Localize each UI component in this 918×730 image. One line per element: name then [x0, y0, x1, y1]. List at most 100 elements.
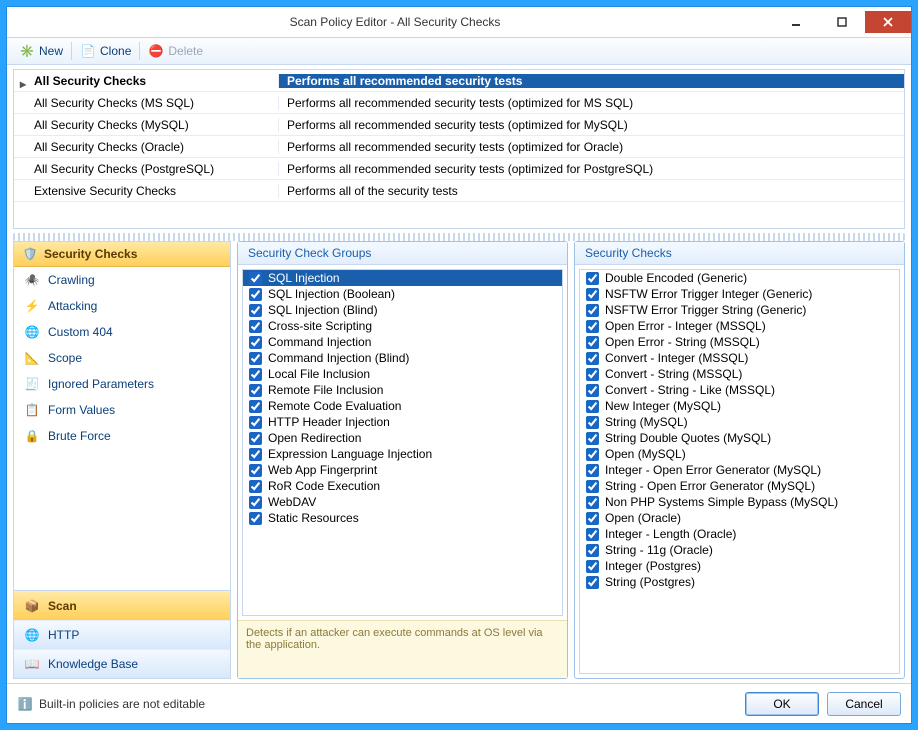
policy-row[interactable]: All Security Checks (PostgreSQL)Performs…	[14, 158, 904, 180]
check-checkbox[interactable]	[586, 416, 599, 429]
check-checkbox[interactable]	[586, 528, 599, 541]
sidebar-item[interactable]: 🕷️Crawling	[14, 267, 230, 293]
group-checkbox[interactable]	[249, 400, 262, 413]
policy-row[interactable]: All Security Checks (Oracle)Performs all…	[14, 136, 904, 158]
group-checkbox[interactable]	[249, 320, 262, 333]
group-checkbox[interactable]	[249, 496, 262, 509]
ok-button[interactable]: OK	[745, 692, 819, 716]
group-checkbox[interactable]	[249, 384, 262, 397]
group-checkbox[interactable]	[249, 304, 262, 317]
check-row[interactable]: Convert - String (MSSQL)	[580, 366, 899, 382]
group-row[interactable]: Cross-site Scripting	[243, 318, 562, 334]
window-maximize-button[interactable]	[819, 11, 865, 33]
sidebar-item[interactable]: 📋Form Values	[14, 397, 230, 423]
group-checkbox[interactable]	[249, 368, 262, 381]
group-row[interactable]: Open Redirection	[243, 430, 562, 446]
group-checkbox[interactable]	[249, 464, 262, 477]
policy-row[interactable]: All Security Checks (MySQL)Performs all …	[14, 114, 904, 136]
check-row[interactable]: String - 11g (Oracle)	[580, 542, 899, 558]
sidebar-item[interactable]: 🔒Brute Force	[14, 423, 230, 449]
group-row[interactable]: Static Resources	[243, 510, 562, 526]
group-checkbox[interactable]	[249, 512, 262, 525]
group-row[interactable]: Command Injection	[243, 334, 562, 350]
group-row[interactable]: Remote File Inclusion	[243, 382, 562, 398]
check-row[interactable]: NSFTW Error Trigger String (Generic)	[580, 302, 899, 318]
cancel-button[interactable]: Cancel	[827, 692, 901, 716]
policy-row[interactable]: ▸All Security ChecksPerforms all recomme…	[14, 70, 904, 92]
check-checkbox[interactable]	[586, 272, 599, 285]
group-row[interactable]: WebDAV	[243, 494, 562, 510]
check-row[interactable]: Convert - Integer (MSSQL)	[580, 350, 899, 366]
group-row[interactable]: HTTP Header Injection	[243, 414, 562, 430]
group-checkbox[interactable]	[249, 416, 262, 429]
sidebar-item[interactable]: 🧾Ignored Parameters	[14, 371, 230, 397]
check-checkbox[interactable]	[586, 400, 599, 413]
check-checkbox[interactable]	[586, 368, 599, 381]
group-checkbox[interactable]	[249, 288, 262, 301]
check-checkbox[interactable]	[586, 336, 599, 349]
group-checkbox[interactable]	[249, 448, 262, 461]
group-row[interactable]: SQL Injection (Boolean)	[243, 286, 562, 302]
check-checkbox[interactable]	[586, 304, 599, 317]
group-row[interactable]: SQL Injection	[243, 270, 562, 286]
checks-list[interactable]: Double Encoded (Generic)NSFTW Error Trig…	[579, 269, 900, 674]
check-checkbox[interactable]	[586, 512, 599, 525]
check-row[interactable]: String (MySQL)	[580, 414, 899, 430]
group-checkbox[interactable]	[249, 432, 262, 445]
group-row[interactable]: SQL Injection (Blind)	[243, 302, 562, 318]
check-row[interactable]: Open Error - Integer (MSSQL)	[580, 318, 899, 334]
check-checkbox[interactable]	[586, 496, 599, 509]
window-close-button[interactable]	[865, 11, 911, 33]
clone-button[interactable]: 📄 Clone	[74, 43, 137, 59]
check-row[interactable]: Double Encoded (Generic)	[580, 270, 899, 286]
group-row[interactable]: Command Injection (Blind)	[243, 350, 562, 366]
group-checkbox[interactable]	[249, 352, 262, 365]
sidebar-section[interactable]: 📖Knowledge Base	[14, 649, 230, 678]
check-row[interactable]: Convert - String - Like (MSSQL)	[580, 382, 899, 398]
check-checkbox[interactable]	[586, 384, 599, 397]
check-checkbox[interactable]	[586, 544, 599, 557]
group-checkbox[interactable]	[249, 272, 262, 285]
check-checkbox[interactable]	[586, 352, 599, 365]
group-row[interactable]: Expression Language Injection	[243, 446, 562, 462]
check-checkbox[interactable]	[586, 448, 599, 461]
groups-list[interactable]: SQL InjectionSQL Injection (Boolean)SQL …	[242, 269, 563, 616]
check-row[interactable]: Integer (Postgres)	[580, 558, 899, 574]
sidebar-header-security-checks[interactable]: 🛡️ Security Checks	[14, 242, 230, 267]
policy-row[interactable]: Extensive Security ChecksPerforms all of…	[14, 180, 904, 202]
group-row[interactable]: Web App Fingerprint	[243, 462, 562, 478]
group-row[interactable]: Local File Inclusion	[243, 366, 562, 382]
sidebar-item[interactable]: ⚡Attacking	[14, 293, 230, 319]
delete-button[interactable]: ⛔ Delete	[142, 43, 209, 59]
new-button[interactable]: ✳️ New	[13, 43, 69, 59]
group-row[interactable]: Remote Code Evaluation	[243, 398, 562, 414]
check-row[interactable]: New Integer (MySQL)	[580, 398, 899, 414]
group-row[interactable]: RoR Code Execution	[243, 478, 562, 494]
check-row[interactable]: String (Postgres)	[580, 574, 899, 590]
group-checkbox[interactable]	[249, 336, 262, 349]
sidebar-item[interactable]: 🌐Custom 404	[14, 319, 230, 345]
sidebar-section[interactable]: 🌐HTTP	[14, 620, 230, 649]
horizontal-splitter[interactable]	[13, 233, 905, 241]
sidebar-section[interactable]: 📦Scan	[14, 591, 230, 620]
check-checkbox[interactable]	[586, 480, 599, 493]
sidebar-item[interactable]: 📐Scope	[14, 345, 230, 371]
window-minimize-button[interactable]	[773, 11, 819, 33]
check-row[interactable]: Integer - Length (Oracle)	[580, 526, 899, 542]
policy-row[interactable]: All Security Checks (MS SQL)Performs all…	[14, 92, 904, 114]
check-row[interactable]: Non PHP Systems Simple Bypass (MySQL)	[580, 494, 899, 510]
check-checkbox[interactable]	[586, 320, 599, 333]
check-row[interactable]: Open Error - String (MSSQL)	[580, 334, 899, 350]
check-checkbox[interactable]	[586, 464, 599, 477]
check-checkbox[interactable]	[586, 288, 599, 301]
check-row[interactable]: Open (MySQL)	[580, 446, 899, 462]
check-row[interactable]: NSFTW Error Trigger Integer (Generic)	[580, 286, 899, 302]
group-checkbox[interactable]	[249, 480, 262, 493]
check-checkbox[interactable]	[586, 560, 599, 573]
check-row[interactable]: String - Open Error Generator (MySQL)	[580, 478, 899, 494]
check-checkbox[interactable]	[586, 432, 599, 445]
check-row[interactable]: Open (Oracle)	[580, 510, 899, 526]
check-row[interactable]: Integer - Open Error Generator (MySQL)	[580, 462, 899, 478]
check-row[interactable]: String Double Quotes (MySQL)	[580, 430, 899, 446]
check-checkbox[interactable]	[586, 576, 599, 589]
